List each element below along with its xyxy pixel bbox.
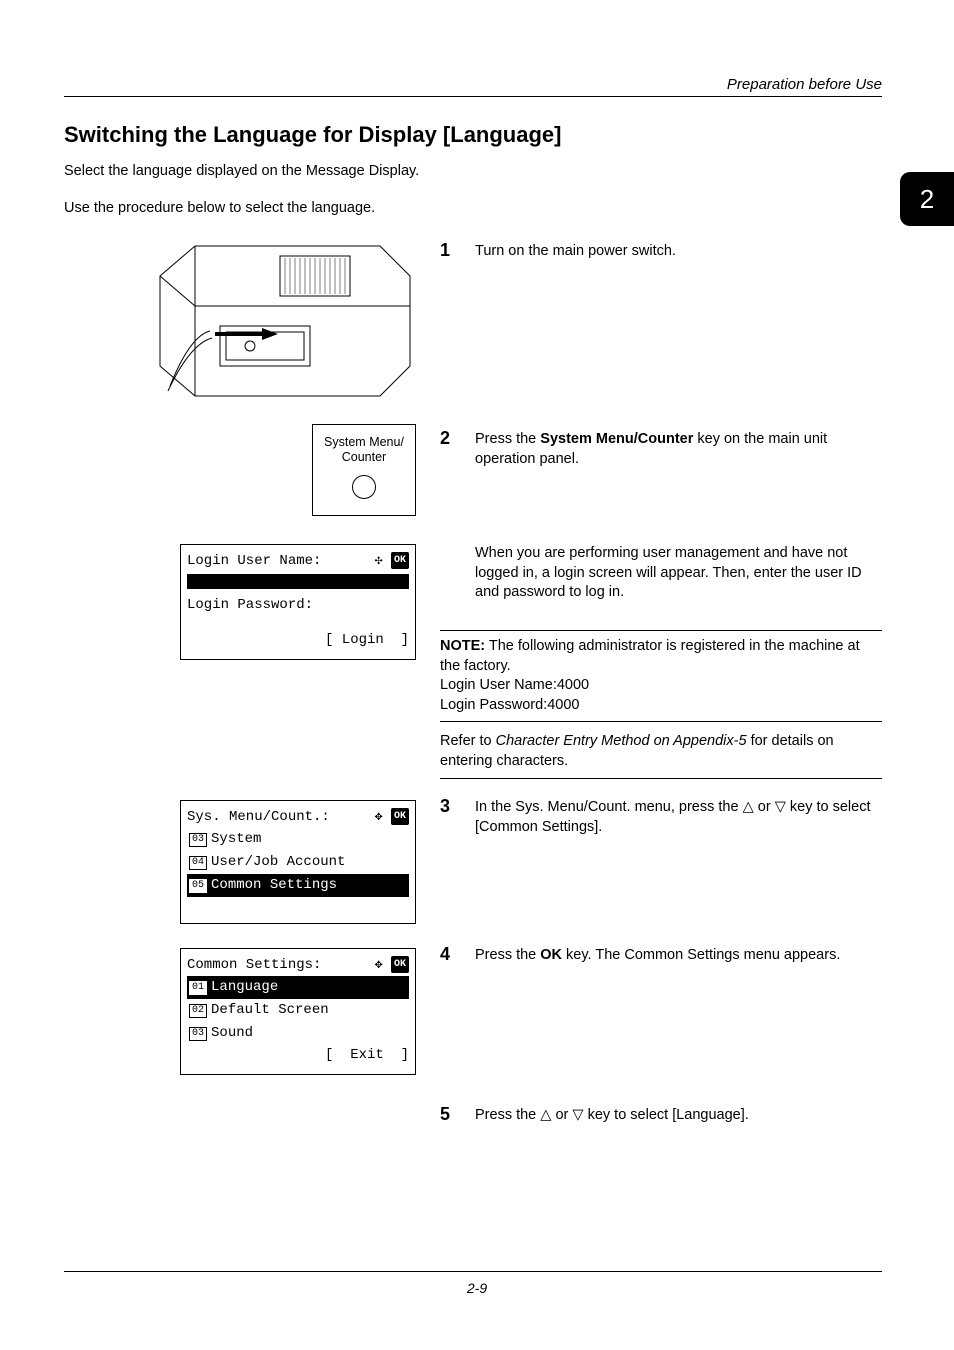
step-3-pre: In the Sys. Menu/Count. menu, press the — [475, 799, 743, 815]
triangle-up-icon: △ — [540, 1107, 551, 1123]
running-head: Preparation before Use — [727, 76, 882, 93]
lcd-item-text: Default Screen — [211, 1000, 329, 1021]
step-5-post: key to select [Language]. — [584, 1107, 749, 1123]
step-text-1: Turn on the main power switch. — [475, 242, 882, 262]
button-label-line2: Counter — [313, 450, 415, 465]
step-2-pre: Press the — [475, 431, 540, 447]
lcd-item-num: 01 — [189, 981, 207, 995]
ok-badge: OK — [391, 956, 409, 973]
nav-icon: ✣ — [375, 551, 383, 571]
note-line2: Login User Name:4000 — [440, 677, 589, 693]
lcd-item-num: 03 — [189, 1027, 207, 1041]
refer-pre: Refer to — [440, 733, 496, 749]
lcd-item-text: System — [211, 829, 261, 850]
step-2-continuation: When you are performing user management … — [475, 544, 882, 603]
machine-illustration — [150, 236, 415, 402]
lcd-cursor-bar — [187, 574, 409, 589]
lcd-item-text: User/Job Account — [211, 852, 345, 873]
button-led-icon — [352, 475, 376, 499]
lcd-item-text: Sound — [211, 1023, 253, 1044]
note-line3: Login Password:4000 — [440, 697, 579, 713]
step-text-3: In the Sys. Menu/Count. menu, press the … — [475, 798, 882, 837]
step-4-pre: Press the — [475, 947, 540, 963]
step-5-pre: Press the — [475, 1107, 540, 1123]
nav-icon: ✥ — [375, 955, 383, 975]
ok-badge: OK — [391, 552, 409, 569]
step-number-5: 5 — [440, 1104, 450, 1125]
nav-icon: ✥ — [375, 807, 383, 827]
lcd-login-title: Login User Name: — [187, 551, 321, 572]
lcd-sys-title: Sys. Menu/Count.: — [187, 807, 330, 828]
step-text-4: Press the OK key. The Common Settings me… — [475, 946, 882, 966]
step-text-5: Press the △ or ▽ key to select [Language… — [475, 1106, 882, 1126]
note-label: NOTE: — [440, 638, 485, 654]
step-number-3: 3 — [440, 796, 450, 817]
button-label-line1: System Menu/ — [313, 435, 415, 450]
triangle-down-icon: ▽ — [572, 1107, 583, 1123]
lcd-login-softkey: [ Login ] — [325, 630, 409, 651]
page-number: 2-9 — [0, 1280, 954, 1296]
step-number-4: 4 — [440, 944, 450, 965]
step-5-mid: or — [551, 1107, 572, 1123]
refer-rule — [440, 778, 882, 779]
step-text-2: Press the System Menu/Counter key on the… — [475, 430, 882, 469]
lcd-item-text: Common Settings — [211, 875, 337, 896]
triangle-up-icon: △ — [743, 799, 754, 815]
header-rule — [64, 96, 882, 97]
step-3-mid: or — [754, 799, 775, 815]
footer-rule — [64, 1271, 882, 1272]
step-1-body: Turn on the main power switch. — [475, 243, 676, 259]
intro-paragraph-2: Use the procedure below to select the la… — [64, 200, 375, 216]
chapter-tab: 2 — [900, 172, 954, 226]
lcd-common-softkey: [ Exit ] — [325, 1045, 409, 1066]
lcd-sys-menu-screen: Sys. Menu/Count.: ✥ OK 03 System 04 User… — [180, 800, 416, 924]
step-4-bold: OK — [540, 947, 562, 963]
step-2-bold: System Menu/Counter — [540, 431, 693, 447]
step-number-2: 2 — [440, 428, 450, 449]
ok-badge: OK — [391, 808, 409, 825]
intro-paragraph-1: Select the language displayed on the Mes… — [64, 163, 419, 179]
lcd-item-num: 02 — [189, 1004, 207, 1018]
note-block: NOTE: The following administrator is reg… — [440, 630, 882, 722]
lcd-common-settings-screen: Common Settings: ✥ OK 01 Language 02 Def… — [180, 948, 416, 1075]
refer-paragraph: Refer to Character Entry Method on Appen… — [440, 732, 882, 771]
triangle-down-icon: ▽ — [775, 799, 786, 815]
lcd-login-password-label: Login Password: — [187, 595, 409, 616]
lcd-item-num: 03 — [189, 833, 207, 847]
lcd-item-num: 04 — [189, 856, 207, 870]
lcd-common-title: Common Settings: — [187, 955, 321, 976]
step-4-post: key. The Common Settings menu appears. — [562, 947, 840, 963]
refer-link: Character Entry Method on Appendix-5 — [496, 733, 747, 749]
lcd-login-screen: Login User Name: ✣ OK Login Password: [ … — [180, 544, 416, 660]
step-number-1: 1 — [440, 240, 450, 261]
note-line1: The following administrator is registere… — [440, 638, 860, 674]
system-menu-button-figure: System Menu/ Counter — [312, 424, 416, 516]
lcd-item-text: Language — [211, 977, 278, 998]
section-title: Switching the Language for Display [Lang… — [64, 122, 561, 148]
lcd-item-num: 05 — [189, 879, 207, 893]
